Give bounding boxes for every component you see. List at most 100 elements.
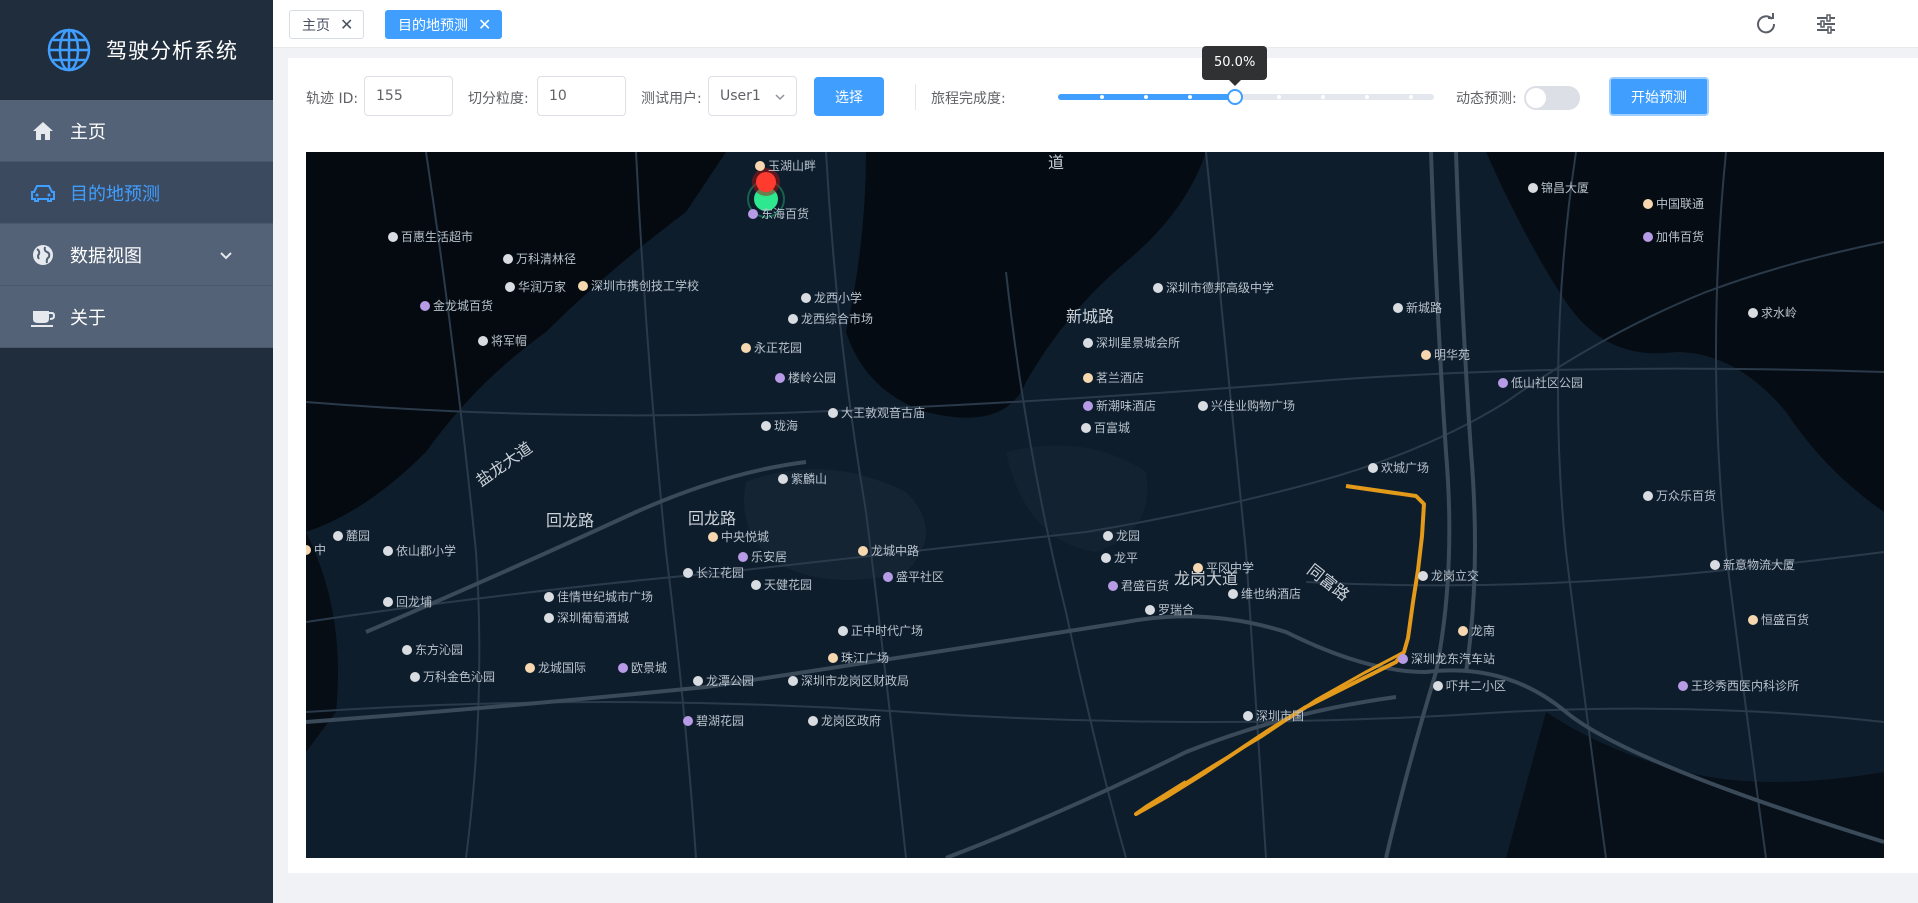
poi-dot-icon xyxy=(1678,681,1688,691)
poi-label: 明华苑 xyxy=(1434,348,1470,362)
start-prediction-button[interactable]: 开始预测 xyxy=(1609,77,1709,116)
poi-label: 百惠生活超市 xyxy=(401,229,473,244)
poi-dot-icon xyxy=(383,597,393,607)
trajectory-id-input[interactable]: 155 xyxy=(364,76,453,116)
map-poi[interactable]: 王珍秀西医内科诊所 xyxy=(1678,679,1799,693)
poi-dot-icon xyxy=(801,293,811,303)
home-icon xyxy=(30,118,56,144)
map-poi[interactable]: 龙园 xyxy=(1103,529,1140,543)
poi-dot-icon xyxy=(544,592,554,602)
tab-home[interactable]: 主页 ✕ xyxy=(289,10,365,39)
sidebar-item-about[interactable]: 关于 xyxy=(0,286,273,348)
map-poi[interactable]: 龙西综合市场 xyxy=(788,311,873,326)
map-poi[interactable]: 正中时代广场 xyxy=(838,623,923,638)
sidebar-item-data-view[interactable]: 数据视图 xyxy=(0,224,273,286)
main-card: 轨迹 ID: 155 切分粒度: 10 测试用户: User1 选择 旅程完成度… xyxy=(288,46,1918,873)
sidebar-item-home[interactable]: 主页 xyxy=(0,100,273,162)
poi-label: 王珍秀西医内科诊所 xyxy=(1691,679,1799,693)
sidebar-item-label: 数据视图 xyxy=(70,245,142,267)
poi-dot-icon xyxy=(1393,303,1403,313)
map-poi[interactable]: 百惠生活超市 xyxy=(388,229,473,244)
map-view[interactable]: 玉湖山畔 东海百货 百惠生活超市 万科清林径 华润万家 深圳市携创技工学校 金龙城百货 将军帽… xyxy=(306,152,1884,858)
poi-label: 龙岗立交 xyxy=(1431,568,1479,583)
journey-progress-slider[interactable]: 50.0% xyxy=(1058,46,1434,118)
poi-label: 恒盛百货 xyxy=(1761,612,1809,627)
poi-dot-icon xyxy=(1643,199,1653,209)
map-poi[interactable]: 深圳市德邦高级中学 xyxy=(1153,280,1274,295)
refresh-icon[interactable] xyxy=(1755,13,1777,35)
poi-label: 回龙埔 xyxy=(396,595,432,609)
divider xyxy=(915,84,916,110)
poi-dot-icon xyxy=(1748,308,1758,318)
test-user-select[interactable]: User1 xyxy=(708,76,797,116)
map-poi[interactable]: 新意物流大厦 xyxy=(1710,557,1795,572)
poi-dot-icon xyxy=(383,546,393,556)
map-canvas[interactable]: 玉湖山畔东海百货百惠生活超市万科清林径华润万家 深圳市携创技工学校金龙城百货将军帽… xyxy=(306,152,1884,858)
sidebar-item-label: 主页 xyxy=(70,121,106,143)
poi-label: 金龙城百货 xyxy=(433,298,493,313)
car-icon xyxy=(30,180,56,206)
poi-dot-icon xyxy=(1083,401,1093,411)
slider-thumb[interactable] xyxy=(1227,89,1243,105)
poi-dot-icon xyxy=(1498,378,1508,388)
map-poi[interactable]: 深圳葡萄酒城 xyxy=(544,611,629,625)
poi-label: 万众乐百货 xyxy=(1656,488,1716,503)
chevron-down-icon xyxy=(775,94,785,101)
slider-stop xyxy=(1365,95,1369,99)
poi-dot-icon xyxy=(478,336,488,346)
poi-label: 大王敦观音古庙 xyxy=(841,405,925,420)
close-icon[interactable]: ✕ xyxy=(478,16,491,33)
map-poi[interactable]: 深圳市携创技工学校 xyxy=(578,278,699,293)
map-poi[interactable]: 深圳龙东汽车站 xyxy=(1398,651,1495,666)
poi-label: 龙平 xyxy=(1114,551,1138,565)
map-poi[interactable]: 麓园 xyxy=(333,529,370,543)
map-poi[interactable]: 低山社区公园 xyxy=(1498,375,1583,390)
poi-label: 乐安居 xyxy=(751,549,787,564)
poi-label: 深圳市携创技工学校 xyxy=(591,278,699,293)
test-user-value: User1 xyxy=(720,88,761,104)
test-user-label: 测试用户: xyxy=(641,91,702,107)
app-title: 驾驶分析系统 xyxy=(106,39,238,63)
poi-label: 华润万家 xyxy=(518,279,566,294)
progress-label: 旅程完成度: xyxy=(931,91,1006,107)
poi-label: 中国联通 xyxy=(1656,196,1704,211)
poi-label: 龙城国际 xyxy=(538,661,586,675)
map-poi[interactable]: 大王敦观音古庙 xyxy=(828,405,925,420)
poi-dot-icon xyxy=(618,663,628,673)
poi-label: 依山郡小学 xyxy=(396,543,456,558)
map-poi[interactable]: 佳情世纪城市广场 xyxy=(544,589,653,604)
poi-dot-icon xyxy=(420,301,430,311)
map-poi[interactable]: 龙平 xyxy=(1101,551,1138,565)
tab-label: 目的地预测 xyxy=(398,17,468,34)
dynamic-prediction-label: 动态预测: xyxy=(1456,91,1517,107)
settings-sliders-icon[interactable] xyxy=(1815,13,1837,35)
poi-label: 永正花园 xyxy=(754,340,802,355)
map-poi[interactable]: 万科金色沁园 xyxy=(410,669,495,684)
poi-label: 百富城 xyxy=(1094,420,1130,435)
select-button[interactable]: 选择 xyxy=(814,77,884,116)
poi-dot-icon xyxy=(741,343,751,353)
slider-stop xyxy=(1100,95,1104,99)
globe-logo-icon xyxy=(47,28,91,72)
poi-dot-icon xyxy=(1228,589,1238,599)
chevron-down-icon[interactable] xyxy=(219,246,233,267)
poi-dot-icon xyxy=(761,421,771,431)
granularity-input[interactable]: 10 xyxy=(537,76,626,116)
map-poi[interactable]: 深圳市龙岗区财政局 xyxy=(788,673,909,688)
close-icon[interactable]: ✕ xyxy=(340,16,353,33)
poi-label: 深圳葡萄酒城 xyxy=(557,611,629,625)
poi-dot-icon xyxy=(333,531,343,541)
poi-label: 佳情世纪城市广场 xyxy=(557,589,653,604)
poi-label: 低山社区公园 xyxy=(1511,375,1583,390)
map-poi[interactable]: 深圳星景城会所 xyxy=(1083,336,1180,350)
trajectory-id-label: 轨迹 ID: xyxy=(306,91,359,107)
road-label: 回龙路 xyxy=(688,509,736,528)
poi-dot-icon xyxy=(708,532,718,542)
poi-dot-icon xyxy=(1433,681,1443,691)
dynamic-prediction-switch[interactable] xyxy=(1524,86,1580,110)
map-poi[interactable]: 兴佳业购物广场 xyxy=(1198,398,1295,413)
poi-label: 珠江广场 xyxy=(841,651,889,665)
poi-label: 新城路 xyxy=(1406,300,1442,315)
tab-destination-prediction[interactable]: 目的地预测 ✕ xyxy=(385,10,503,39)
sidebar-item-destination-prediction[interactable]: 目的地预测 xyxy=(0,162,273,224)
